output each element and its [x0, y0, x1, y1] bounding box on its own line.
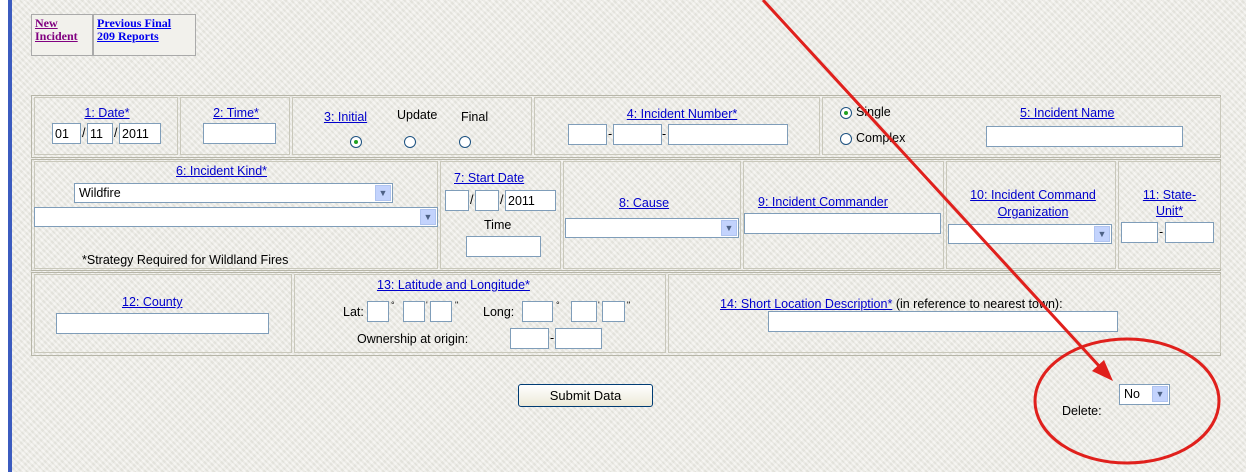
annotation-arrow-icon [761, 0, 1102, 369]
annotation-overlay [761, 0, 1221, 465]
annotation-circle-icon [1033, 337, 1221, 465]
